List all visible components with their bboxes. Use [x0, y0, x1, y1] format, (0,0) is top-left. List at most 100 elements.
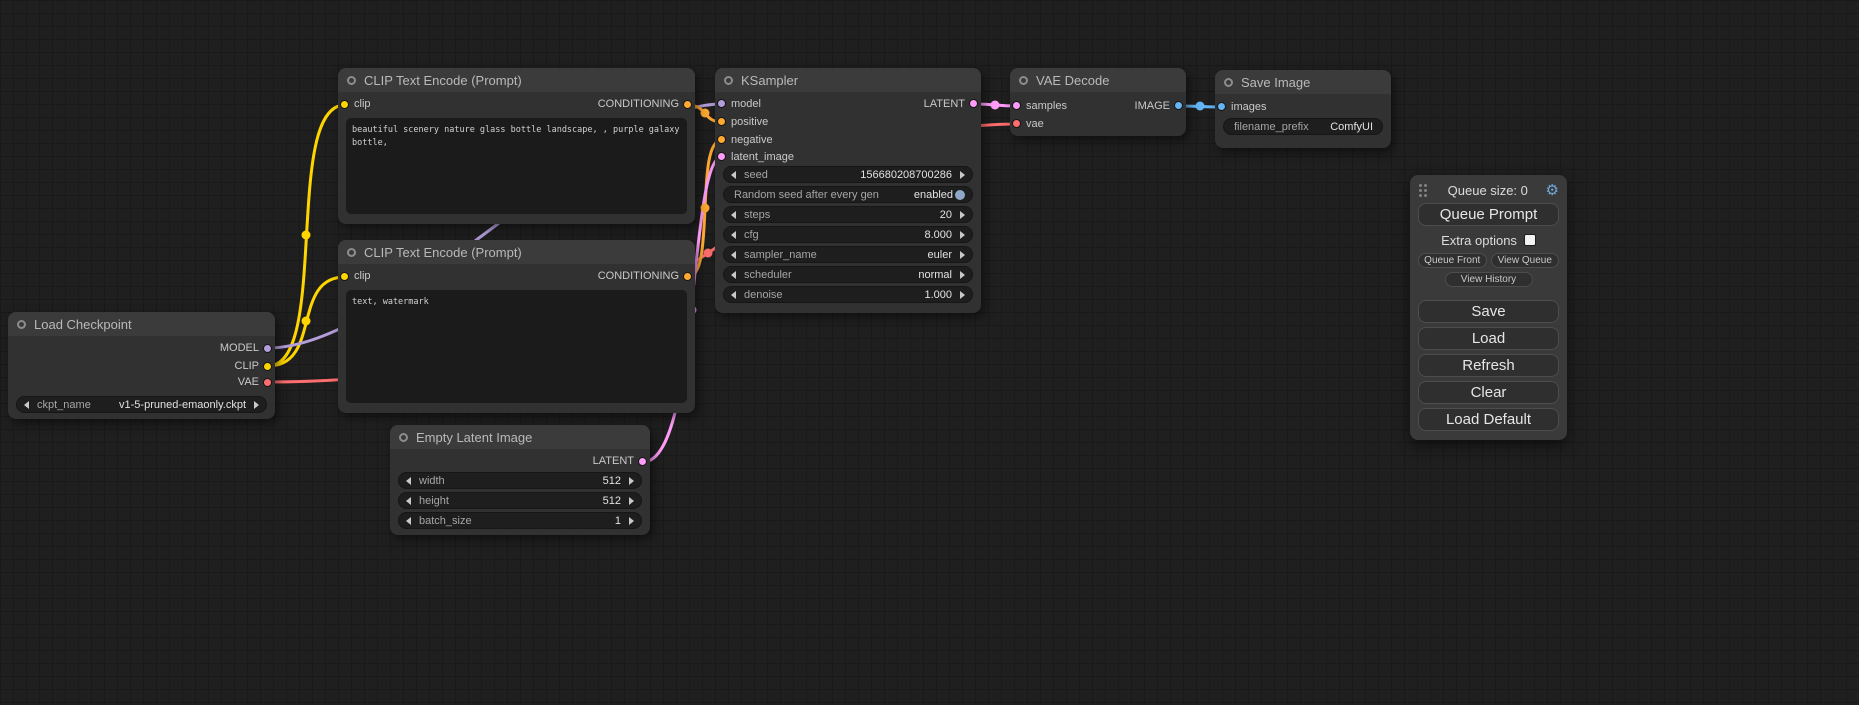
- cfg-widget[interactable]: cfg 8.000: [723, 226, 973, 243]
- model-output-port[interactable]: [263, 344, 272, 353]
- clip-input-label: clip: [354, 269, 371, 283]
- widget-label: ckpt_name: [37, 399, 119, 411]
- filename-prefix-widget[interactable]: filename_prefix ComfyUI: [1223, 118, 1383, 135]
- collapse-dot-icon[interactable]: [399, 433, 408, 442]
- latent-output-label: LATENT: [593, 454, 634, 468]
- drag-handle-icon[interactable]: [1419, 184, 1422, 187]
- images-input-port[interactable]: [1217, 102, 1226, 111]
- random-seed-toggle-icon[interactable]: [955, 190, 965, 200]
- decrement-arrow-icon[interactable]: [406, 477, 411, 485]
- decrement-arrow-icon[interactable]: [406, 517, 411, 525]
- increment-arrow-icon[interactable]: [960, 251, 965, 259]
- increment-arrow-icon[interactable]: [960, 231, 965, 239]
- negative-prompt-textarea[interactable]: text, watermark: [346, 290, 687, 403]
- increment-arrow-icon[interactable]: [960, 171, 965, 179]
- samples-input-port[interactable]: [1012, 101, 1021, 110]
- conditioning-output-label: CONDITIONING: [598, 97, 679, 111]
- view-history-button[interactable]: View History: [1445, 272, 1533, 287]
- node-title-bar[interactable]: Save Image: [1215, 70, 1391, 94]
- increment-arrow-icon[interactable]: [960, 291, 965, 299]
- link-midpoint-dot: [701, 109, 710, 118]
- clear-button[interactable]: Clear: [1418, 381, 1559, 404]
- width-widget[interactable]: width 512: [398, 472, 642, 489]
- widget-label: height: [419, 495, 603, 507]
- widget-value: 1: [615, 515, 621, 527]
- conditioning-output-port[interactable]: [683, 272, 692, 281]
- clip-input-port[interactable]: [340, 272, 349, 281]
- vae-input-port[interactable]: [1012, 119, 1021, 128]
- increment-arrow-icon[interactable]: [254, 401, 259, 409]
- ckpt-name-widget[interactable]: ckpt_name v1-5-pruned-emaonly.ckpt: [16, 396, 267, 413]
- positive-input-port[interactable]: [717, 117, 726, 126]
- node-title-bar[interactable]: KSampler: [715, 68, 981, 92]
- refresh-button[interactable]: Refresh: [1418, 354, 1559, 377]
- batch-size-widget[interactable]: batch_size 1: [398, 512, 642, 529]
- node-title-bar[interactable]: VAE Decode: [1010, 68, 1186, 92]
- conditioning-output-port[interactable]: [683, 100, 692, 109]
- decrement-arrow-icon[interactable]: [731, 231, 736, 239]
- save-image-node[interactable]: Save Image images filename_prefix ComfyU…: [1215, 70, 1391, 148]
- graph-canvas[interactable]: Load Checkpoint MODEL CLIP VAE ckpt_name…: [0, 0, 1859, 705]
- collapse-dot-icon[interactable]: [17, 320, 26, 329]
- steps-widget[interactable]: steps 20: [723, 206, 973, 223]
- node-title-bar[interactable]: Empty Latent Image: [390, 425, 650, 449]
- increment-arrow-icon[interactable]: [629, 517, 634, 525]
- widget-value: 8.000: [924, 229, 952, 241]
- clip-text-encode-negative-node[interactable]: CLIP Text Encode (Prompt) clip CONDITION…: [338, 240, 695, 413]
- node-title-bar[interactable]: CLIP Text Encode (Prompt): [338, 240, 695, 264]
- decrement-arrow-icon[interactable]: [731, 211, 736, 219]
- scheduler-widget[interactable]: scheduler normal: [723, 266, 973, 283]
- load-default-button[interactable]: Load Default: [1418, 408, 1559, 431]
- increment-arrow-icon[interactable]: [629, 477, 634, 485]
- settings-gear-icon[interactable]: ⚙: [1546, 183, 1559, 198]
- decrement-arrow-icon[interactable]: [731, 271, 736, 279]
- increment-arrow-icon[interactable]: [960, 211, 965, 219]
- seed-widget[interactable]: seed 156680208700286: [723, 166, 973, 183]
- link-midpoint-dot: [302, 317, 311, 326]
- latent-image-input-port[interactable]: [717, 152, 726, 161]
- sampler-name-widget[interactable]: sampler_name euler: [723, 246, 973, 263]
- increment-arrow-icon[interactable]: [629, 497, 634, 505]
- queue-front-button[interactable]: Queue Front: [1418, 253, 1487, 268]
- clip-text-encode-positive-node[interactable]: CLIP Text Encode (Prompt) clip CONDITION…: [338, 68, 695, 224]
- empty-latent-image-node[interactable]: Empty Latent Image LATENT width 512 heig…: [390, 425, 650, 535]
- negative-input-port[interactable]: [717, 135, 726, 144]
- collapse-dot-icon[interactable]: [1019, 76, 1028, 85]
- node-title-bar[interactable]: Load Checkpoint: [8, 312, 275, 336]
- decrement-arrow-icon[interactable]: [24, 401, 29, 409]
- ksampler-node[interactable]: KSampler model positive negative latent_…: [715, 68, 981, 313]
- view-queue-button[interactable]: View Queue: [1491, 253, 1560, 268]
- collapse-dot-icon[interactable]: [347, 248, 356, 257]
- collapse-dot-icon[interactable]: [724, 76, 733, 85]
- load-checkpoint-node[interactable]: Load Checkpoint MODEL CLIP VAE ckpt_name…: [8, 312, 275, 419]
- widget-label: scheduler: [744, 269, 918, 281]
- collapse-dot-icon[interactable]: [347, 76, 356, 85]
- latent-output-port[interactable]: [969, 99, 978, 108]
- vae-output-label: VAE: [238, 375, 259, 389]
- decrement-arrow-icon[interactable]: [731, 171, 736, 179]
- increment-arrow-icon[interactable]: [960, 271, 965, 279]
- height-widget[interactable]: height 512: [398, 492, 642, 509]
- positive-prompt-textarea[interactable]: beautiful scenery nature glass bottle la…: [346, 118, 687, 214]
- collapse-dot-icon[interactable]: [1224, 78, 1233, 87]
- vae-output-port[interactable]: [263, 378, 272, 387]
- decrement-arrow-icon[interactable]: [731, 251, 736, 259]
- image-output-port[interactable]: [1174, 101, 1183, 110]
- image-output-label: IMAGE: [1135, 99, 1170, 113]
- widget-label: filename_prefix: [1234, 121, 1330, 133]
- random-seed-widget[interactable]: Random seed after every gen enabled: [723, 186, 973, 203]
- extra-options-checkbox[interactable]: [1524, 234, 1536, 246]
- save-button[interactable]: Save: [1418, 300, 1559, 323]
- model-input-port[interactable]: [717, 99, 726, 108]
- decrement-arrow-icon[interactable]: [406, 497, 411, 505]
- model-input-label: model: [731, 97, 761, 111]
- clip-input-port[interactable]: [340, 100, 349, 109]
- queue-prompt-button[interactable]: Queue Prompt: [1418, 203, 1559, 226]
- denoise-widget[interactable]: denoise 1.000: [723, 286, 973, 303]
- load-button[interactable]: Load: [1418, 327, 1559, 350]
- vae-decode-node[interactable]: VAE Decode samples vae IMAGE: [1010, 68, 1186, 136]
- decrement-arrow-icon[interactable]: [731, 291, 736, 299]
- clip-output-port[interactable]: [263, 362, 272, 371]
- node-title-bar[interactable]: CLIP Text Encode (Prompt): [338, 68, 695, 92]
- latent-output-port[interactable]: [638, 457, 647, 466]
